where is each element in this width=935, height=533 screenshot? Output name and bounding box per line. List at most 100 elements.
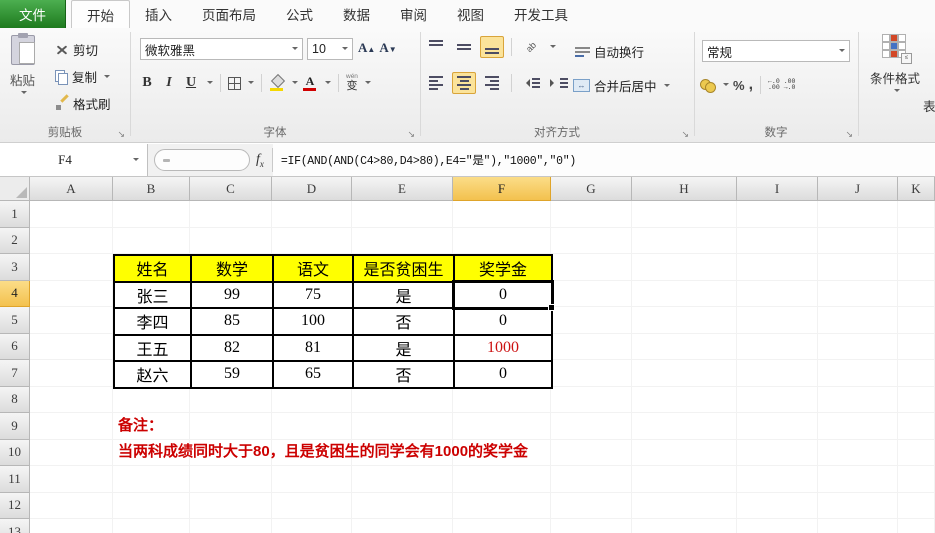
name-box-caret-icon[interactable] (133, 158, 139, 164)
table-cell[interactable]: 张三 (113, 280, 192, 309)
underline-caret-icon[interactable] (207, 81, 213, 87)
grid-cell[interactable] (272, 227, 352, 254)
orientation-button[interactable]: ab (519, 36, 543, 58)
grid-cell[interactable] (30, 254, 113, 281)
font-name-select[interactable]: 微软雅黑 (140, 38, 303, 60)
grid-cell[interactable] (272, 492, 352, 519)
tab-data[interactable]: 数据 (328, 0, 385, 28)
font-color-button[interactable]: A (302, 75, 318, 91)
tab-view[interactable]: 视图 (442, 0, 499, 28)
grid-cell[interactable] (632, 227, 737, 254)
grid-cell[interactable] (818, 307, 898, 334)
grid-cell[interactable] (352, 413, 453, 440)
grid-cell[interactable] (898, 227, 935, 254)
table-cell[interactable]: 0 (453, 307, 553, 336)
grid-cell[interactable] (113, 201, 190, 228)
column-header-G[interactable]: G (551, 177, 632, 201)
grid-cell[interactable] (272, 386, 352, 413)
grid-cell[interactable] (30, 227, 113, 254)
grid-cell[interactable] (632, 307, 737, 334)
increase-indent-button[interactable] (547, 72, 571, 94)
grid-cell[interactable] (30, 519, 113, 533)
grid-cell[interactable] (190, 492, 272, 519)
table-header-cell[interactable]: 语文 (272, 254, 354, 283)
paste-button[interactable]: 粘贴 (10, 33, 35, 97)
grid-cell[interactable] (551, 201, 632, 228)
grid-cell[interactable] (113, 519, 190, 533)
row-header-1[interactable]: 1 (0, 201, 30, 228)
alignment-dialog-launcher-icon[interactable]: ↘ (681, 130, 689, 139)
grid-cell[interactable] (898, 386, 935, 413)
table-cell[interactable]: 75 (272, 280, 354, 309)
grid-cell[interactable] (272, 519, 352, 533)
grid-cell[interactable] (898, 254, 935, 281)
grid-cell[interactable] (551, 386, 632, 413)
grid-cell[interactable] (453, 492, 551, 519)
comma-style-button[interactable]: , (749, 77, 753, 93)
grid-cell[interactable] (818, 254, 898, 281)
bold-button[interactable]: B (138, 75, 156, 91)
grid-cell[interactable] (453, 466, 551, 493)
phonetic-caret-icon[interactable] (364, 81, 371, 87)
grid-cell[interactable] (898, 360, 935, 387)
format-painter-button[interactable]: 格式刷 (52, 92, 114, 115)
grid-cell[interactable] (352, 492, 453, 519)
grid-cell[interactable] (898, 307, 935, 334)
decrease-decimal-button[interactable]: .00 →.0 (784, 78, 796, 92)
borders-button[interactable] (228, 76, 241, 90)
grid-cell[interactable] (30, 492, 113, 519)
grid-cell[interactable] (632, 413, 737, 440)
grid-cell[interactable] (818, 413, 898, 440)
accounting-format-button[interactable] (700, 78, 716, 93)
grid-cell[interactable] (190, 386, 272, 413)
merge-center-button[interactable]: ↔ 合并后居中 (570, 74, 673, 97)
grid-cell[interactable] (632, 466, 737, 493)
grid-cell[interactable] (898, 333, 935, 360)
font-color-caret-icon[interactable] (325, 81, 331, 87)
row-header-3[interactable]: 3 (0, 254, 30, 281)
underline-button[interactable]: U (182, 75, 200, 91)
grid-cell[interactable] (352, 386, 453, 413)
grid-cell[interactable] (818, 466, 898, 493)
table-cell[interactable]: 是 (352, 280, 455, 309)
grid-cell[interactable] (190, 519, 272, 533)
grid-cell[interactable] (352, 466, 453, 493)
tab-review[interactable]: 审阅 (385, 0, 442, 28)
grid-cell[interactable] (352, 201, 453, 228)
table-cell[interactable]: 99 (190, 280, 274, 309)
grid-cell[interactable] (737, 519, 818, 533)
font-size-select[interactable]: 10 (307, 38, 353, 60)
fill-handle[interactable] (548, 304, 555, 311)
number-format-select[interactable]: 常规 (702, 40, 850, 62)
grid-cell[interactable] (30, 333, 113, 360)
tab-developer[interactable]: 开发工具 (499, 0, 583, 28)
grid-cell[interactable] (352, 227, 453, 254)
table-cell[interactable]: 59 (190, 360, 274, 389)
grid-cell[interactable] (632, 386, 737, 413)
column-header-I[interactable]: I (737, 177, 818, 201)
grid-cell[interactable] (30, 201, 113, 228)
row-header-6[interactable]: 6 (0, 333, 30, 360)
grid-cell[interactable] (737, 307, 818, 334)
grid-cell[interactable] (632, 519, 737, 533)
fill-color-button[interactable] (269, 76, 285, 91)
grid-cell[interactable] (737, 466, 818, 493)
table-cell[interactable]: 否 (352, 307, 455, 336)
grid-cell[interactable] (737, 360, 818, 387)
increase-decimal-button[interactable]: ←.0 .00 (768, 78, 780, 92)
grid-cell[interactable] (898, 439, 935, 466)
grid-cell[interactable] (551, 254, 632, 281)
align-left-button[interactable] (424, 72, 448, 94)
cut-button[interactable]: 剪切 (52, 38, 101, 61)
row-header-12[interactable]: 12 (0, 492, 30, 519)
grid-cell[interactable] (737, 413, 818, 440)
tab-page-layout[interactable]: 页面布局 (187, 0, 271, 28)
grid-cell[interactable] (190, 466, 272, 493)
column-header-H[interactable]: H (632, 177, 737, 201)
grid-cell[interactable] (453, 413, 551, 440)
phonetic-guide-button[interactable]: wén 变 (346, 74, 358, 92)
clipboard-dialog-launcher-icon[interactable]: ↘ (117, 130, 125, 139)
table-cell[interactable]: 82 (190, 333, 274, 362)
row-header-2[interactable]: 2 (0, 227, 30, 254)
grid-cell[interactable] (737, 201, 818, 228)
